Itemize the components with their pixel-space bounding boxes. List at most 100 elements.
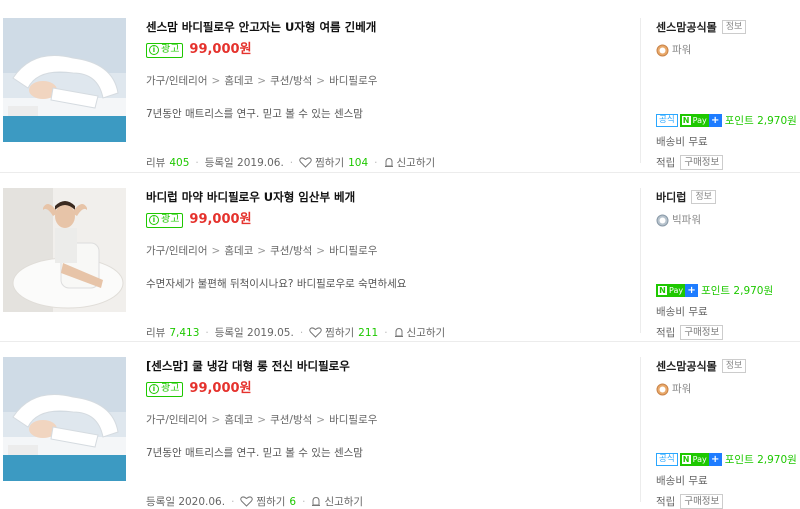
product-title[interactable]: [센스맘] 쿨 냉감 대형 롱 전신 바디필로우 — [146, 357, 616, 375]
category-item[interactable]: 바디필로우 — [329, 75, 377, 87]
category-item[interactable]: 홈데코 — [224, 245, 253, 257]
product-meta: 리뷰 405 · 등록일 2019.06. · 찜하기 104 · 신고하기 — [146, 155, 436, 170]
review-count: 7,413 — [169, 326, 200, 339]
product-info: [센스맘] 쿨 냉감 대형 롱 전신 바디필로우 i 광고 99,000원 가구/… — [146, 357, 616, 460]
category-path: 가구/인테리어 > 홈데코 > 쿠션/방석 > 바디필로우 — [146, 245, 378, 257]
seller-grade: 파워 — [656, 381, 800, 396]
points: 포인트 2,970원 — [701, 285, 774, 297]
price: 99,000원 — [189, 212, 252, 227]
official-badge: 공식 — [656, 453, 678, 466]
siren-icon — [394, 327, 403, 337]
wish-button[interactable]: 찜하기 6 — [240, 494, 296, 509]
npay-label: Pay — [692, 116, 707, 125]
seller-name[interactable]: 센스맘공식몰 — [656, 358, 717, 374]
review-count: 405 — [169, 156, 190, 169]
benefit-badges: 공식 N Pay + 포인트 2,970원 — [656, 113, 797, 128]
seller-grade: 빅파워 — [656, 212, 800, 227]
naver-n-icon: N — [681, 455, 691, 464]
seller-panel: 센스맘공식몰 정보 파워 공식 N Pay + 포인트 2,970원 배송비 무료 … — [640, 18, 800, 170]
seller-name[interactable]: 바디럽 — [656, 189, 686, 205]
product-title[interactable]: 센스맘 바디필로우 안고자는 U자형 여름 긴베개 — [146, 18, 616, 36]
points: 포인트 2,970원 — [724, 115, 797, 127]
category-item[interactable]: 쿠션/방석 — [270, 75, 312, 87]
product-image[interactable] — [3, 18, 126, 142]
buy-info-button[interactable]: 구매정보 — [680, 155, 724, 170]
grade-label: 빅파워 — [672, 214, 701, 226]
product-title[interactable]: 바디럽 마약 바디필로우 U자형 임산부 베개 — [146, 188, 616, 206]
benefit-badges: N Pay + 포인트 2,970원 — [656, 283, 773, 298]
product-item-3: [센스맘] 쿨 냉감 대형 롱 전신 바디필로우 i 광고 99,000원 가구/… — [0, 357, 800, 509]
report-label: 신고하기 — [396, 157, 436, 169]
product-item-1: 센스맘 바디필로우 안고자는 U자형 여름 긴베개 i 광고 99,000원 가구… — [0, 18, 800, 178]
category-item[interactable]: 홈데코 — [224, 75, 253, 87]
seller-info-button[interactable]: 정보 — [691, 190, 716, 204]
official-badge: 공식 — [656, 114, 678, 127]
divider — [0, 341, 800, 342]
review-link[interactable]: 리뷰 7,413 — [146, 325, 199, 340]
wish-count: 211 — [358, 326, 379, 339]
buy-info-button[interactable]: 구매정보 — [680, 494, 724, 509]
price: 99,000원 — [189, 381, 252, 396]
category-item[interactable]: 쿠션/방석 — [270, 245, 312, 257]
registered-date: 등록일 2019.05. — [214, 327, 294, 339]
category-item[interactable]: 바디필로우 — [329, 414, 377, 426]
shipping-fee: 배송비 무료 — [656, 475, 708, 487]
product-info: 바디럽 마약 바디필로우 U자형 임산부 베개 i 광고 99,000원 가구/인… — [146, 188, 616, 291]
product-item-2: 바디럽 마약 바디필로우 U자형 임산부 베개 i 광고 99,000원 가구/인… — [0, 188, 800, 348]
category-item[interactable]: 바디필로우 — [329, 245, 377, 257]
siren-icon — [312, 496, 321, 506]
grade-label: 파워 — [672, 44, 692, 56]
npay-badge: N Pay — [679, 114, 709, 127]
category-item[interactable]: 쿠션/방석 — [270, 414, 312, 426]
category-item[interactable]: 가구/인테리어 — [146, 245, 208, 257]
heart-icon — [240, 496, 254, 507]
category-item[interactable]: 가구/인테리어 — [146, 414, 208, 426]
seller-panel: 센스맘공식몰 정보 파워 공식 N Pay + 포인트 2,970원 배송비 무료 … — [640, 357, 800, 509]
category-item[interactable]: 홈데코 — [224, 414, 253, 426]
heart-icon — [309, 327, 322, 338]
benefit-badges: 공식 N Pay + 포인트 2,970원 — [656, 452, 797, 467]
report-button[interactable]: 신고하기 — [311, 494, 363, 509]
category-path: 가구/인테리어 > 홈데코 > 쿠션/방석 > 바디필로우 — [146, 414, 378, 426]
medal-icon — [656, 44, 669, 56]
ad-badge[interactable]: i 광고 — [146, 42, 184, 58]
registered-date: 등록일 2019.06. — [204, 157, 284, 169]
wish-label: 찜하기 — [256, 496, 286, 508]
review-link[interactable]: 리뷰 405 — [146, 155, 189, 170]
report-label: 신고하기 — [324, 496, 364, 508]
shipping-fee: 배송비 무료 — [656, 136, 708, 148]
npay-badge: N Pay — [679, 453, 709, 466]
product-image[interactable] — [3, 188, 126, 312]
medal-icon — [656, 383, 669, 395]
ad-badge[interactable]: i 광고 — [146, 381, 184, 397]
category-item[interactable]: 가구/인테리어 — [146, 75, 208, 87]
wish-count: 6 — [289, 495, 297, 508]
wish-button[interactable]: 찜하기 104 — [299, 155, 368, 170]
ad-label: 광고 — [161, 214, 180, 225]
review-label: 리뷰 — [146, 327, 166, 339]
report-button[interactable]: 신고하기 — [384, 155, 436, 170]
review-label: 리뷰 — [146, 157, 166, 169]
npay-label: Pay — [669, 286, 684, 295]
buy-info-button[interactable]: 구매정보 — [680, 325, 724, 340]
report-label: 신고하기 — [406, 327, 446, 339]
heart-icon — [299, 157, 312, 168]
product-image[interactable] — [3, 357, 126, 481]
report-button[interactable]: 신고하기 — [394, 325, 446, 340]
seller-info-button[interactable]: 정보 — [721, 20, 747, 34]
category-path: 가구/인테리어 > 홈데코 > 쿠션/방석 > 바디필로우 — [146, 75, 378, 87]
medal-icon — [656, 214, 669, 226]
earn-label: 적립 — [656, 157, 676, 169]
points: 포인트 2,970원 — [724, 454, 797, 466]
seller-name[interactable]: 센스맘공식몰 — [656, 19, 717, 35]
seller-panel: 바디럽 정보 빅파워 N Pay + 포인트 2,970원 배송비 무료 적립 구매정… — [640, 188, 800, 340]
seller-info-button[interactable]: 정보 — [721, 359, 747, 373]
siren-icon — [384, 157, 393, 167]
wish-button[interactable]: 찜하기 211 — [309, 325, 378, 340]
ad-label: 광고 — [161, 44, 180, 55]
wish-label: 찜하기 — [325, 327, 355, 339]
product-meta: 리뷰 7,413 · 등록일 2019.05. · 찜하기 211 · 신고하기 — [146, 325, 446, 340]
price: 99,000원 — [189, 42, 252, 57]
ad-badge[interactable]: i 광고 — [146, 212, 184, 228]
grade-label: 파워 — [672, 383, 692, 395]
